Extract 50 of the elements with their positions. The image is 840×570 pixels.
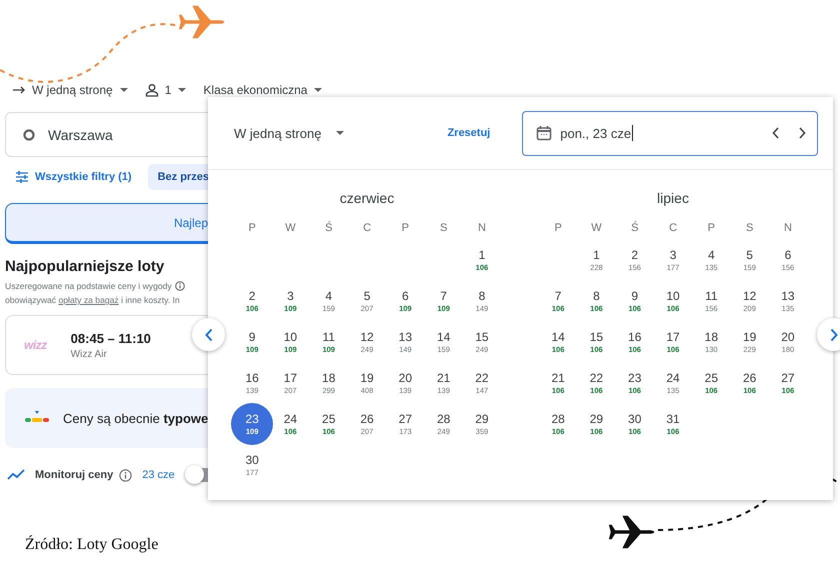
airline-name: Wizz Air xyxy=(70,348,108,360)
weekday-label: P xyxy=(247,221,257,236)
trip-type-dropdown[interactable]: W jedną stronę xyxy=(12,83,129,97)
passengers-dropdown[interactable]: 1 xyxy=(144,83,188,97)
person-icon xyxy=(144,83,159,97)
previous-day-icon xyxy=(771,126,782,140)
next-day-icon xyxy=(797,126,808,140)
weekday-label: S xyxy=(744,221,754,236)
weekday-label: N xyxy=(476,221,487,236)
track-date: 23 cze xyxy=(142,469,175,481)
weekday-label: C xyxy=(362,221,372,236)
weekday-label: P xyxy=(706,221,716,236)
price-insight-text: Ceny są obecnie typowe xyxy=(63,410,208,426)
weekday-label: P xyxy=(553,221,563,236)
month-title: lipiec xyxy=(656,189,690,208)
trip-type-dropdown[interactable]: W jedną stronę xyxy=(234,126,346,140)
cabin-class-dropdown[interactable]: Klasa ekonomiczna xyxy=(203,83,324,97)
info-text: Uszeregowane na podstawie ceny i wygody xyxy=(5,280,172,293)
weekday-label: W xyxy=(590,221,603,236)
weekday-label: C xyxy=(668,221,678,236)
info-icon xyxy=(174,281,185,291)
previous-month-button[interactable] xyxy=(192,318,225,351)
baggage-fees-link[interactable]: opłaty za bagaż xyxy=(58,295,119,305)
calendar-icon xyxy=(536,125,552,141)
track-prices-label: Monitoruj ceny xyxy=(35,469,114,481)
flight-times: 08:45 – 11:10 xyxy=(70,330,151,346)
chevron-right-icon xyxy=(828,328,838,342)
info-icon xyxy=(119,468,132,482)
trend-icon xyxy=(7,469,25,481)
source-caption: Źródło: Loty Google xyxy=(25,536,158,554)
caret-icon xyxy=(313,86,324,94)
weekday-label: W xyxy=(284,221,297,236)
origin-circle-icon xyxy=(22,128,36,142)
caret-icon xyxy=(335,129,346,137)
date-field[interactable]: pon., 23 cze xyxy=(522,110,818,156)
weekday-label: S xyxy=(438,221,448,236)
section-title: Najpopularniejsze loty xyxy=(5,258,166,275)
weekday-label: N xyxy=(782,221,793,236)
month-title: czerwiec xyxy=(338,189,396,208)
caret-icon xyxy=(118,86,129,94)
airline-logo: wizz xyxy=(24,338,47,352)
weekday-label: Ś xyxy=(630,220,640,236)
filter-icon xyxy=(15,171,29,183)
reset-button[interactable]: Zresetuj xyxy=(447,127,490,139)
all-filters-button[interactable]: Wszystkie filtry (1) xyxy=(15,171,132,183)
weekday-label: P xyxy=(400,221,410,236)
chevron-left-icon xyxy=(204,328,214,342)
arrow-icon xyxy=(12,85,26,95)
caret-icon xyxy=(177,86,188,94)
weekday-label: Ś xyxy=(324,220,334,236)
